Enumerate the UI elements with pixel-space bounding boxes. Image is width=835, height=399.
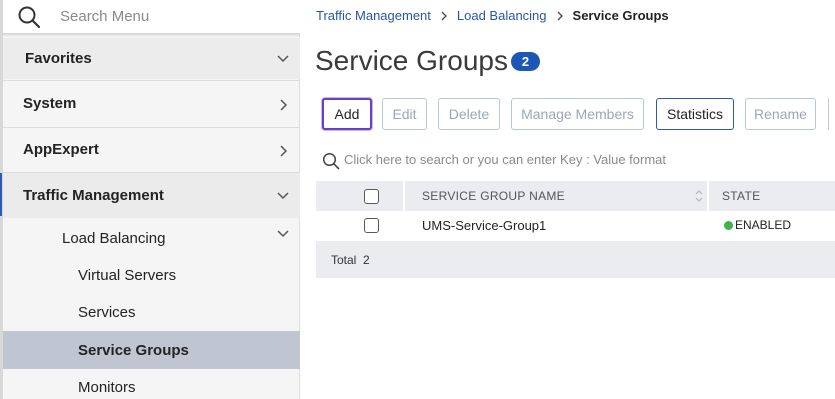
chevron-down-icon [277,192,289,200]
select-all-cell [316,181,405,211]
sidebar-item-label: Monitors [78,379,136,396]
rename-button[interactable]: Rename [745,98,816,130]
service-group-name: UMS-Service-Group1 [422,218,547,233]
toolbar-divider [828,98,829,130]
table-footer: Total 2 [316,241,835,278]
add-button[interactable]: Add [322,98,372,130]
sidebar-item-service-groups[interactable]: Service Groups [3,331,300,369]
page-title: Service Groups [315,45,508,76]
search-divider [3,33,300,37]
sort-icon[interactable] [694,189,704,203]
column-header-state[interactable]: STATE [722,189,760,203]
sidebar: Search Menu Favorites System AppExpert T… [0,0,300,399]
search-filter-input[interactable]: Click here to search or you can enter Ke… [316,147,835,175]
sidebar-item-favorites[interactable]: Favorites [3,38,300,79]
delete-button[interactable]: Delete [438,98,500,130]
total-label: Total [331,253,357,267]
sidebar-item-label: Traffic Management [23,187,164,204]
sidebar-item-label: Service Groups [78,342,189,359]
chevron-right-icon [280,145,288,157]
table-header: SERVICE GROUP NAME STATE [316,181,835,211]
sidebar-item-label: Services [78,304,136,321]
table-row[interactable]: UMS-Service-Group1 ENABLED [316,211,835,240]
sidebar-item-label: Load Balancing [62,230,166,247]
chevron-down-icon [277,55,289,63]
sidebar-item-traffic-management[interactable]: Traffic Management [3,173,300,218]
sidebar-item-label: Virtual Servers [78,267,177,284]
status-text: ENABLED [735,218,792,232]
statistics-button[interactable]: Statistics [656,98,734,130]
search-menu-placeholder[interactable]: Search Menu [60,8,149,25]
sidebar-item-label: System [23,95,77,112]
manage-members-button[interactable]: Manage Members [511,98,644,130]
chevron-right-icon [441,11,447,20]
divider [3,80,300,81]
row-checkbox[interactable] [364,218,379,233]
select-all-checkbox[interactable] [364,189,379,204]
total-count: 2 [363,253,370,267]
search-icon [18,6,41,29]
chevron-down-icon [277,230,289,238]
breadcrumb-load-balancing[interactable]: Load Balancing [457,8,547,23]
search-filter-placeholder: Click here to search or you can enter Ke… [344,152,667,167]
sidebar-item-label: Favorites [25,50,92,67]
active-nav-indicator [0,173,2,216]
sidebar-item-label: AppExpert [23,141,99,158]
breadcrumb-traffic-management[interactable]: Traffic Management [316,8,431,23]
sidebar-item-virtual-servers[interactable]: Virtual Servers [3,257,300,293]
column-header-service-group-name[interactable]: SERVICE GROUP NAME [422,189,565,203]
status-dot-icon [724,221,733,230]
chevron-right-icon [557,11,563,20]
search-icon [322,152,340,170]
sidebar-item-services[interactable]: Services [3,294,300,330]
sidebar-item-system[interactable]: System [3,82,300,127]
column-divider [707,181,709,211]
edit-button[interactable]: Edit [382,98,427,130]
count-badge: 2 [511,52,540,71]
main-content: Traffic Management Load Balancing Servic… [301,0,835,399]
breadcrumb-service-groups: Service Groups [572,8,669,23]
sidebar-item-load-balancing[interactable]: Load Balancing [3,218,300,256]
sidebar-item-appexpert[interactable]: AppExpert [3,128,300,173]
breadcrumb: Traffic Management Load Balancing Servic… [316,8,669,23]
menu-search[interactable]: Search Menu [3,0,300,33]
sidebar-item-monitors[interactable]: Monitors [3,370,300,399]
chevron-right-icon [280,99,288,111]
